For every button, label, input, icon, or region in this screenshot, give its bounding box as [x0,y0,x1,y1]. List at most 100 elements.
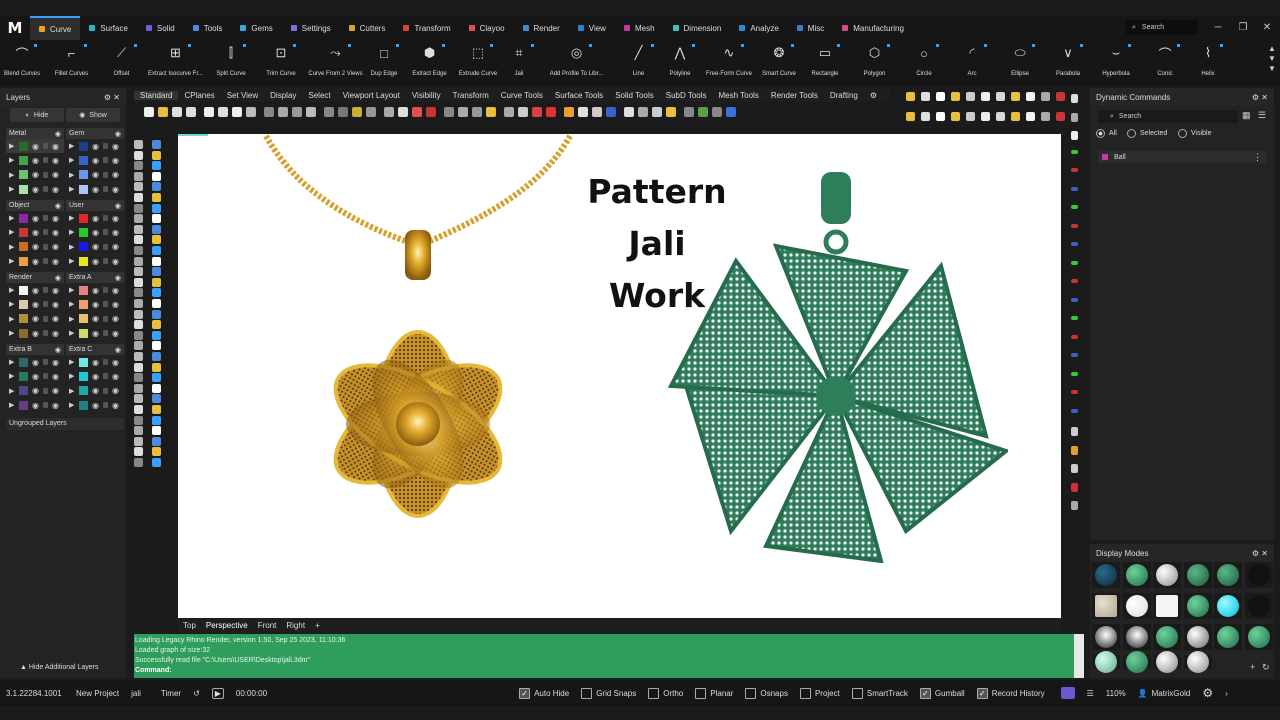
eye-icon[interactable]: ◉ [52,300,59,309]
toggle-gumball[interactable]: ✓ Gumball [914,687,971,699]
menu-tab-clayoo[interactable]: Clayoo [460,16,514,40]
close-icon[interactable]: ✕ [1259,20,1275,36]
eye-icon[interactable]: ◉ [112,242,119,251]
layer-row[interactable]: ▶ ◉ ◉ [6,225,64,239]
panel-toggle-icon[interactable]: ☰ [1081,689,1100,698]
light-tool-icon[interactable] [1056,112,1065,121]
lock-icon[interactable] [42,186,48,193]
eye-icon[interactable]: ◉ [52,257,59,266]
lock-icon[interactable] [42,287,48,294]
eye-icon[interactable]: ◉ [92,386,99,395]
toolbar-tool-icon[interactable] [698,107,708,117]
eye-icon[interactable]: ◉ [112,257,119,266]
eye-icon[interactable]: ◉ [55,274,61,282]
eye-icon[interactable]: ◉ [32,170,39,179]
show-layers-button[interactable]: ◉ Show [66,108,120,122]
list-view-icon[interactable]: ☰ [1258,110,1270,123]
eye-icon[interactable]: ◉ [32,300,39,309]
eye-icon[interactable]: ◉ [52,214,59,223]
light-tool-icon[interactable] [1011,92,1020,101]
layer-row[interactable]: ▶ ◉ ◉ [66,369,124,383]
lock-icon[interactable] [42,330,48,337]
layer-row[interactable]: ▶ ◉ ◉ [66,225,124,239]
toolbar-tool-icon[interactable] [246,107,256,117]
lock-icon[interactable] [102,359,108,366]
toolbar-tool-icon[interactable] [278,107,288,117]
play-icon[interactable]: ▶ [9,286,15,294]
lock-icon[interactable] [42,315,48,322]
palette-tool-icon[interactable] [134,224,143,234]
lock-icon[interactable] [102,301,108,308]
eye-icon[interactable]: ◉ [32,257,39,266]
play-icon[interactable]: ▶ [9,372,15,380]
axis-tool-icon[interactable] [1071,94,1078,103]
eye-icon[interactable]: ◉ [112,156,119,165]
eye-icon[interactable]: ◉ [32,286,39,295]
toolbar-tool-icon[interactable] [518,107,528,117]
palette-tool-icon[interactable] [152,320,161,330]
palette-tool-icon[interactable] [152,150,161,160]
lock-icon[interactable] [42,359,48,366]
palette-tool-icon[interactable] [134,309,143,319]
checkbox-icon[interactable] [745,687,757,699]
play-icon[interactable]: ▶ [69,300,75,308]
menu-tab-mesh[interactable]: Mesh [615,16,664,40]
eye-icon[interactable]: ◉ [92,142,99,151]
eye-icon[interactable]: ◉ [92,314,99,323]
display-mode-thumbnail[interactable] [1122,593,1151,619]
toolbar-tab-surface-tools[interactable]: Surface Tools [549,91,609,100]
eye-icon[interactable]: ◉ [112,372,119,381]
toolbar-settings-icon[interactable]: ⚙ [864,91,883,100]
layer-color-swatch[interactable] [79,285,88,295]
palette-tool-icon[interactable] [152,182,161,192]
layer-row[interactable]: ▶ ◉ ◉ [66,168,124,182]
rectangle-button[interactable]: ▭ Rectangle [799,40,851,86]
layer-row[interactable]: ▶ ◉ ◉ [6,369,64,383]
eye-icon[interactable]: ◉ [92,300,99,309]
layer-row[interactable]: ▶ ◉ ◉ [6,168,64,182]
dynamic-search-input[interactable]: ⌕ Search [1098,110,1238,123]
close-icon[interactable]: ✕ [113,93,120,102]
palette-tool-icon[interactable] [152,277,161,287]
layer-row[interactable]: ▶ ◉ ◉ [66,283,124,297]
menu-tab-transform[interactable]: Transform [394,16,459,40]
lock-icon[interactable] [102,143,108,150]
eye-icon[interactable]: ◉ [52,228,59,237]
axis-tool-icon[interactable] [1071,445,1078,455]
layer-row[interactable]: ▶ ◉ ◉ [6,398,64,412]
eye-icon[interactable]: ◉ [92,156,99,165]
layer-color-swatch[interactable] [79,227,88,237]
toolbar-tab-select[interactable]: Select [302,91,336,100]
toolbar-tab-mesh-tools[interactable]: Mesh Tools [713,91,765,100]
eye-icon[interactable]: ◉ [112,314,119,323]
axis-tool-icon[interactable] [1071,408,1078,413]
layer-color-swatch[interactable] [79,357,88,367]
layer-color-swatch[interactable] [19,299,28,309]
axis-tool-icon[interactable] [1071,464,1078,473]
palette-tool-icon[interactable] [134,383,143,393]
palette-tool-icon[interactable] [134,394,143,404]
menu-tab-analyze[interactable]: Analyze [730,16,787,40]
light-tool-icon[interactable] [951,92,960,101]
axis-tool-icon[interactable] [1071,242,1078,246]
layer-color-swatch[interactable] [79,213,88,223]
palette-tool-icon[interactable] [152,383,161,393]
axis-tool-icon[interactable] [1071,205,1078,209]
layer-color-swatch[interactable] [79,141,88,151]
play-icon[interactable]: ▶ [69,358,75,366]
lock-icon[interactable] [42,373,48,380]
display-mode-thumbnail[interactable] [1122,562,1151,588]
play-icon[interactable]: ▶ [9,257,15,265]
layer-row[interactable]: ▶ ◉ ◉ [66,153,124,167]
lock-icon[interactable] [102,315,108,322]
lock-icon[interactable] [102,373,108,380]
toolbar-tool-icon[interactable] [352,107,362,117]
play-icon[interactable]: ▶ [69,286,75,294]
light-tool-icon[interactable] [1026,112,1035,121]
palette-tool-icon[interactable] [134,193,143,202]
checkbox-checked-icon[interactable]: ✓ [976,687,988,699]
layer-color-swatch[interactable] [19,213,28,223]
minimize-icon[interactable]: ─ [1210,20,1226,36]
display-mode-thumbnail[interactable] [1092,651,1120,673]
light-tool-icon[interactable] [921,112,930,121]
